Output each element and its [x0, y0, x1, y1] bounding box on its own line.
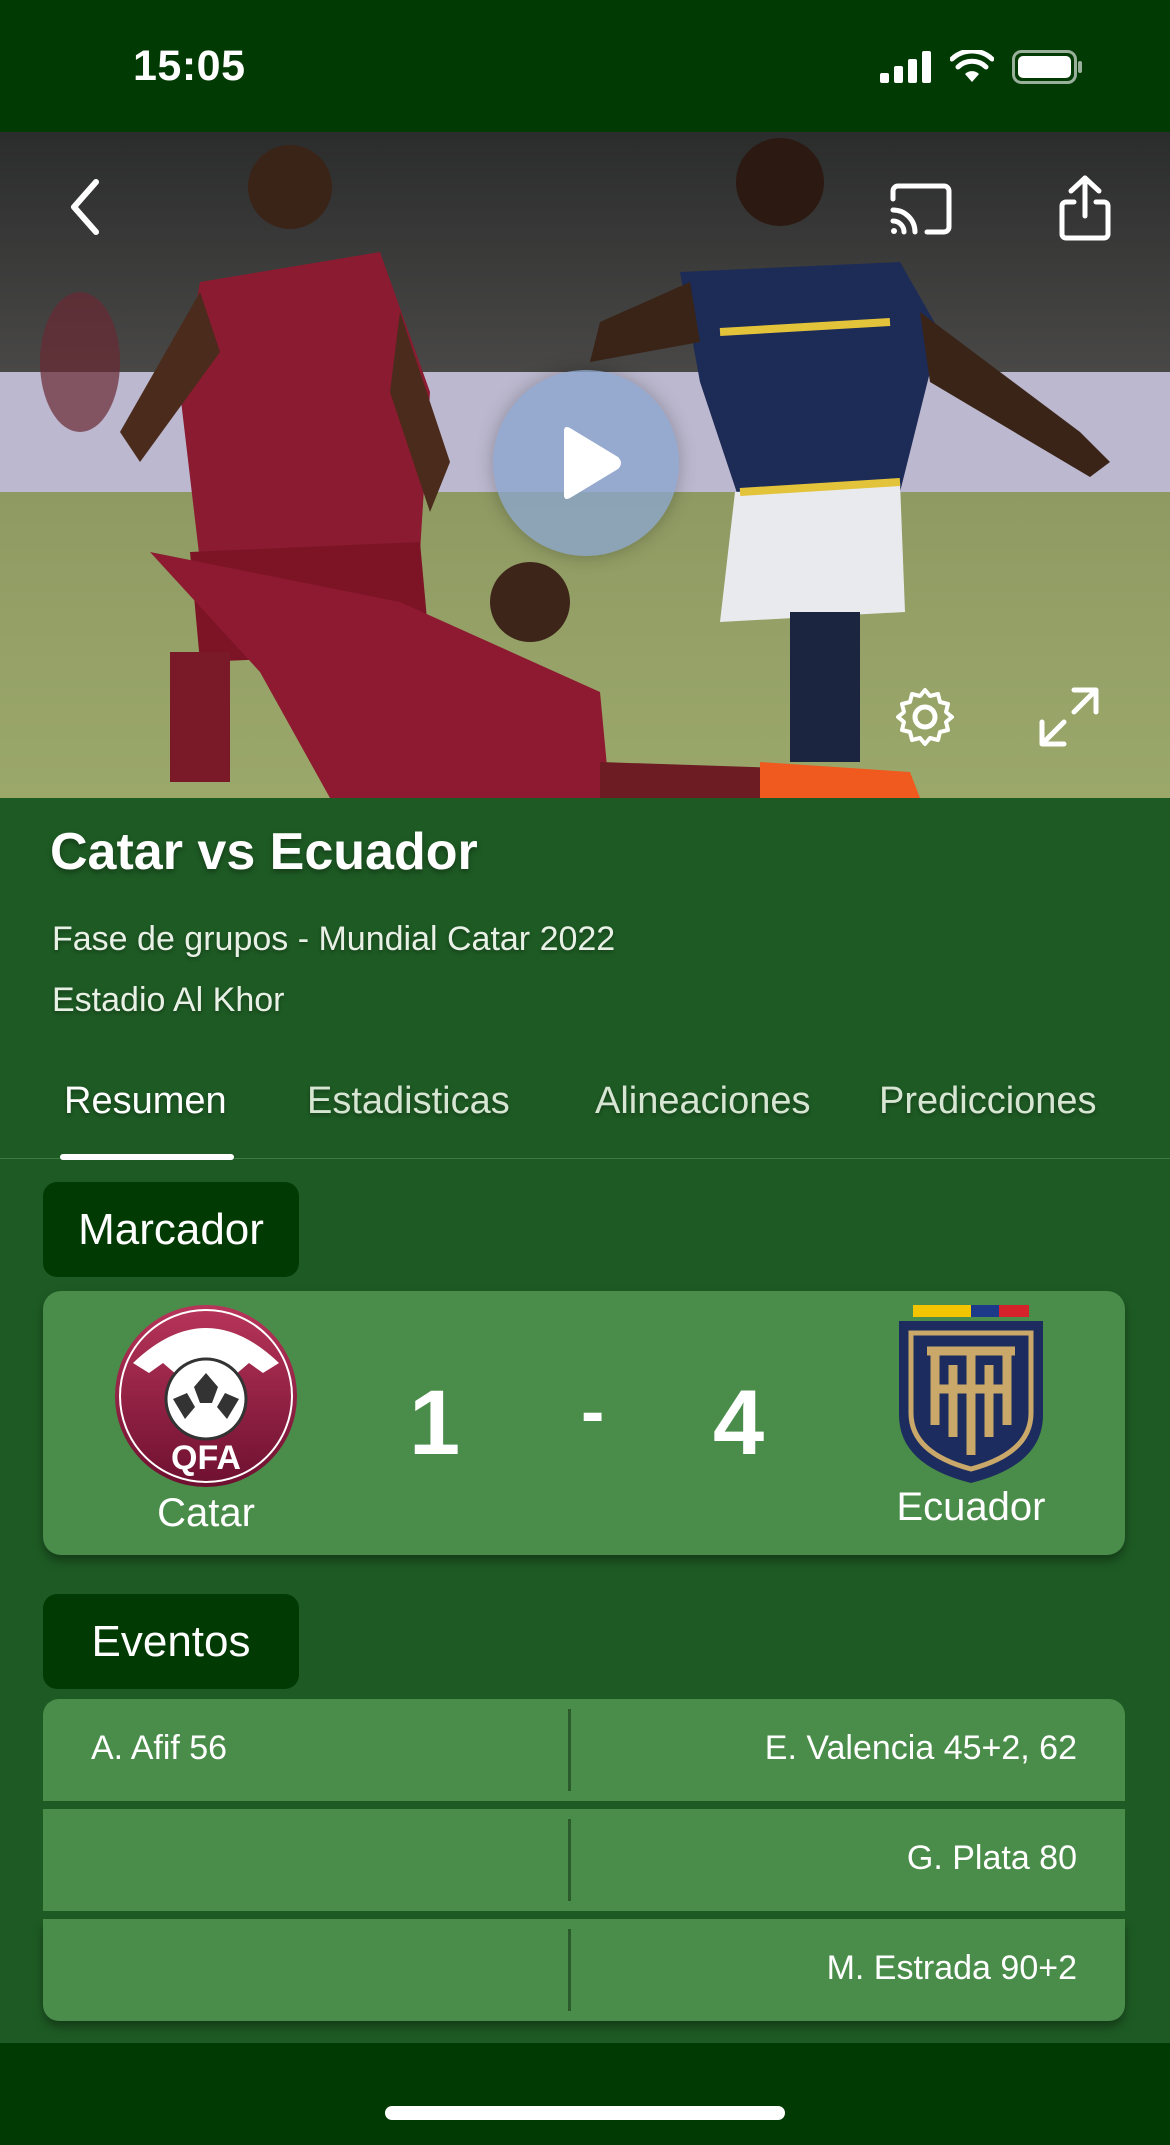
status-bar: 15:05: [0, 0, 1170, 132]
back-button[interactable]: [60, 172, 110, 242]
event-row: G. Plata 80: [43, 1809, 1125, 1911]
gear-icon: [896, 688, 954, 746]
away-team-name: Ecuador: [896, 1485, 1046, 1529]
tab-bar: Resumen Estadisticas Alineaciones Predic…: [0, 1080, 1170, 1160]
match-title: Catar vs Ecuador: [50, 823, 478, 881]
settings-button[interactable]: [890, 682, 960, 752]
away-score: 4: [713, 1372, 765, 1474]
home-event: A. Afif 56: [91, 1729, 228, 1767]
event-row: M. Estrada 90+2: [43, 1919, 1125, 2021]
event-divider: [568, 1929, 571, 2011]
status-time: 15:05: [133, 42, 246, 90]
video-player[interactable]: [0, 132, 1170, 798]
tab-resumen[interactable]: Resumen: [64, 1080, 227, 1123]
battery-icon: [1012, 50, 1082, 84]
active-tab-indicator: [60, 1154, 234, 1160]
away-event: E. Valencia 45+2, 62: [764, 1729, 1077, 1767]
match-stage: Fase de grupos - Mundial Catar 2022: [52, 920, 616, 958]
event-divider: [568, 1709, 571, 1791]
home-score: 1: [409, 1372, 461, 1474]
qatar-crest-icon: QFA: [115, 1305, 297, 1487]
signal-icon: [880, 51, 931, 83]
expand-icon: [1039, 687, 1099, 747]
share-button[interactable]: [1050, 168, 1120, 248]
home-team-name: Catar: [157, 1491, 255, 1535]
score-card: QFA Catar 1 - 4 Ecuador: [43, 1291, 1125, 1555]
tab-predicciones[interactable]: Predicciones: [879, 1080, 1097, 1123]
match-stadium: Estadio Al Khor: [52, 981, 285, 1019]
event-divider: [568, 1819, 571, 1901]
play-button[interactable]: [493, 370, 679, 556]
ecuador-crest-icon: [899, 1305, 1043, 1483]
tab-estadisticas[interactable]: Estadisticas: [307, 1080, 510, 1123]
eventos-label: Eventos: [43, 1594, 299, 1689]
marcador-label: Marcador: [43, 1182, 299, 1277]
status-icons: [880, 50, 1084, 84]
cast-icon: [890, 183, 952, 235]
cast-button[interactable]: [886, 174, 956, 244]
chevron-left-icon: [71, 179, 99, 235]
tab-alineaciones[interactable]: Alineaciones: [595, 1080, 810, 1123]
score-separator: -: [581, 1372, 605, 1450]
away-event: G. Plata 80: [906, 1839, 1077, 1877]
qfa-crest-text: QFA: [171, 1439, 241, 1477]
share-icon: [1059, 175, 1111, 241]
wifi-icon: [950, 50, 994, 82]
play-icon: [564, 427, 621, 499]
fullscreen-button[interactable]: [1034, 682, 1104, 752]
bottom-bar: [0, 2043, 1170, 2145]
away-event: M. Estrada 90+2: [826, 1949, 1077, 1987]
event-row: A. Afif 56 E. Valencia 45+2, 62: [43, 1699, 1125, 1801]
home-indicator[interactable]: [385, 2106, 785, 2120]
